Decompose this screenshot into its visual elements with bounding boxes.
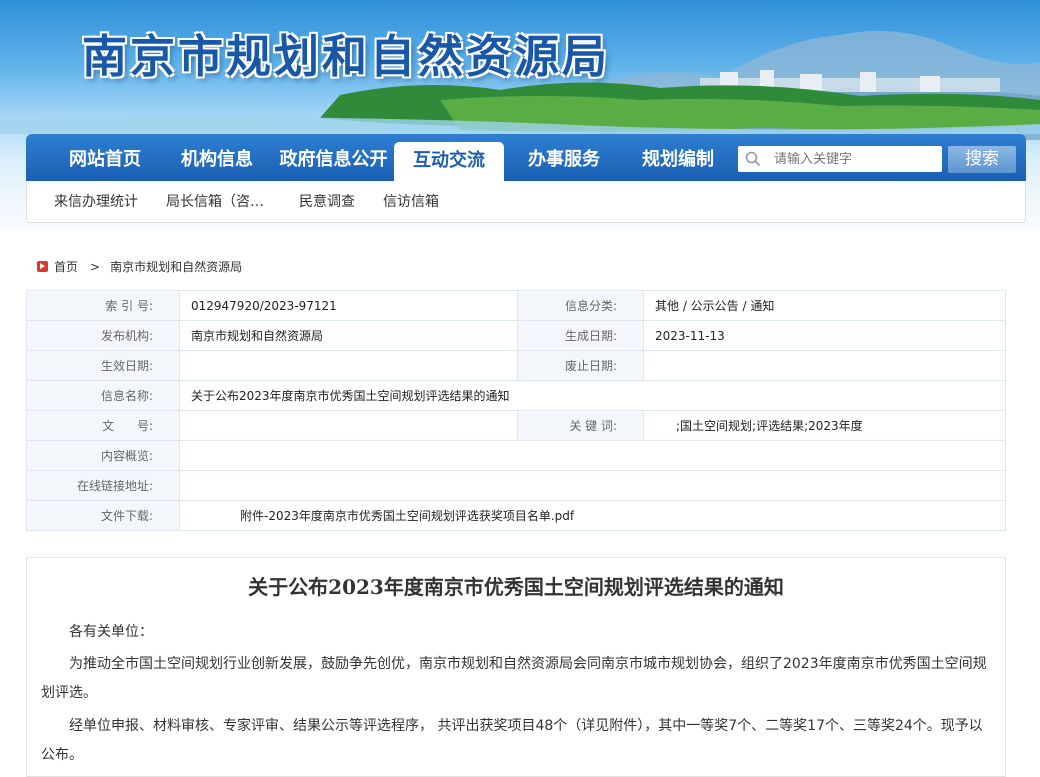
table-row: 索 引 号: 012947920/2023-97121 信息分类: 其他 / 公…	[26, 290, 1006, 321]
article-title: 关于公布2023年度南京市优秀国土空间规划评选结果的通知	[248, 575, 784, 599]
article-paragraph: 经单位申报、材料审核、专家评审、结果公示等评选程序， 共评出获奖项目48个（详见…	[41, 718, 983, 763]
download-label: 文件下载:	[26, 500, 180, 531]
effective-date-label: 生效日期:	[26, 350, 180, 381]
table-row: 文件下载: 附件-2023年度南京市优秀国土空间规划评选获奖项目名单.pdf	[26, 500, 1006, 531]
info-table: 索 引 号: 012947920/2023-97121 信息分类: 其他 / 公…	[26, 290, 1006, 531]
table-row: 内容概览:	[26, 440, 1006, 471]
doc-number-label: 文 号:	[26, 410, 180, 441]
keywords-label: 关 键 词:	[517, 410, 644, 441]
created-date-label: 生成日期:	[517, 320, 644, 351]
publisher-value: 南京市规划和自然资源局	[179, 320, 518, 351]
download-link[interactable]: 附件-2023年度南京市优秀国土空间规划评选获奖项目名单.pdf	[179, 500, 1006, 531]
subnav-petition-mailbox[interactable]: 信访信箱	[383, 181, 439, 223]
publisher-label: 发布机构:	[26, 320, 180, 351]
subnav-letter-stats[interactable]: 来信办理统计	[54, 181, 138, 223]
breadcrumb-home[interactable]: 首页	[54, 260, 78, 274]
index-label: 索 引 号:	[26, 290, 180, 321]
main-nav: 网站首页 机构信息 政府信息公开 互动交流 办事服务 规划编制 搜索	[26, 134, 1026, 181]
summary-value	[179, 440, 1006, 471]
doc-number-value	[179, 410, 518, 441]
nav-services[interactable]: 办事服务	[512, 134, 616, 181]
created-date-value: 2023-11-13	[643, 320, 1006, 351]
category-label: 信息分类:	[517, 290, 644, 321]
nav-organization[interactable]: 机构信息	[166, 134, 268, 181]
sub-nav: 来信办理统计 局长信箱（咨… 民意调查 信访信箱	[26, 181, 1026, 223]
nav-gov-info[interactable]: 政府信息公开	[276, 134, 391, 181]
info-name-label: 信息名称:	[26, 380, 180, 411]
abolish-date-value	[643, 350, 1006, 381]
search-input[interactable]	[774, 146, 934, 172]
table-row: 信息名称: 关于公布2023年度南京市优秀国土空间规划评选结果的通知	[26, 380, 1006, 411]
table-row: 文 号: 关 键 词: ;国土空间规划;评选结果;2023年度	[26, 410, 1006, 441]
keywords-value: ;国土空间规划;评选结果;2023年度	[643, 410, 1006, 441]
search-icon	[745, 151, 761, 167]
article-paragraph: 为推动全市国土空间规划行业创新发展，鼓励争先创优，南京市规划和自然资源局会同南京…	[41, 656, 987, 701]
article: 关于公布2023年度南京市优秀国土空间规划评选结果的通知 各有关单位： 为推动全…	[26, 557, 1006, 777]
online-link-label: 在线链接地址:	[26, 470, 180, 501]
effective-date-value	[179, 350, 518, 381]
search-button[interactable]: 搜索	[948, 146, 1016, 173]
summary-label: 内容概览:	[26, 440, 180, 471]
breadcrumb: 首页 > 南京市规划和自然资源局	[37, 258, 242, 275]
chevron-right-icon: >	[90, 260, 101, 274]
subnav-public-survey[interactable]: 民意调查	[299, 181, 355, 223]
article-salutation: 各有关单位：	[69, 624, 153, 640]
table-row: 发布机构: 南京市规划和自然资源局 生成日期: 2023-11-13	[26, 320, 1006, 351]
subnav-director-mailbox[interactable]: 局长信箱（咨…	[166, 181, 264, 223]
nav-interaction[interactable]: 互动交流	[394, 142, 504, 181]
category-value: 其他 / 公示公告 / 通知	[643, 290, 1006, 321]
table-row: 生效日期: 废止日期:	[26, 350, 1006, 381]
nav-home[interactable]: 网站首页	[50, 134, 160, 181]
search-box	[738, 146, 942, 172]
home-icon	[37, 261, 48, 272]
info-name-value: 关于公布2023年度南京市优秀国土空间规划评选结果的通知	[179, 380, 1006, 411]
nav-planning[interactable]: 规划编制	[626, 134, 730, 181]
index-value: 012947920/2023-97121	[179, 290, 518, 321]
site-title: 南京市规划和自然资源局	[82, 30, 611, 83]
online-link-value	[179, 470, 1006, 501]
breadcrumb-current[interactable]: 南京市规划和自然资源局	[110, 260, 242, 274]
table-row: 在线链接地址:	[26, 470, 1006, 501]
abolish-date-label: 废止日期:	[517, 350, 644, 381]
